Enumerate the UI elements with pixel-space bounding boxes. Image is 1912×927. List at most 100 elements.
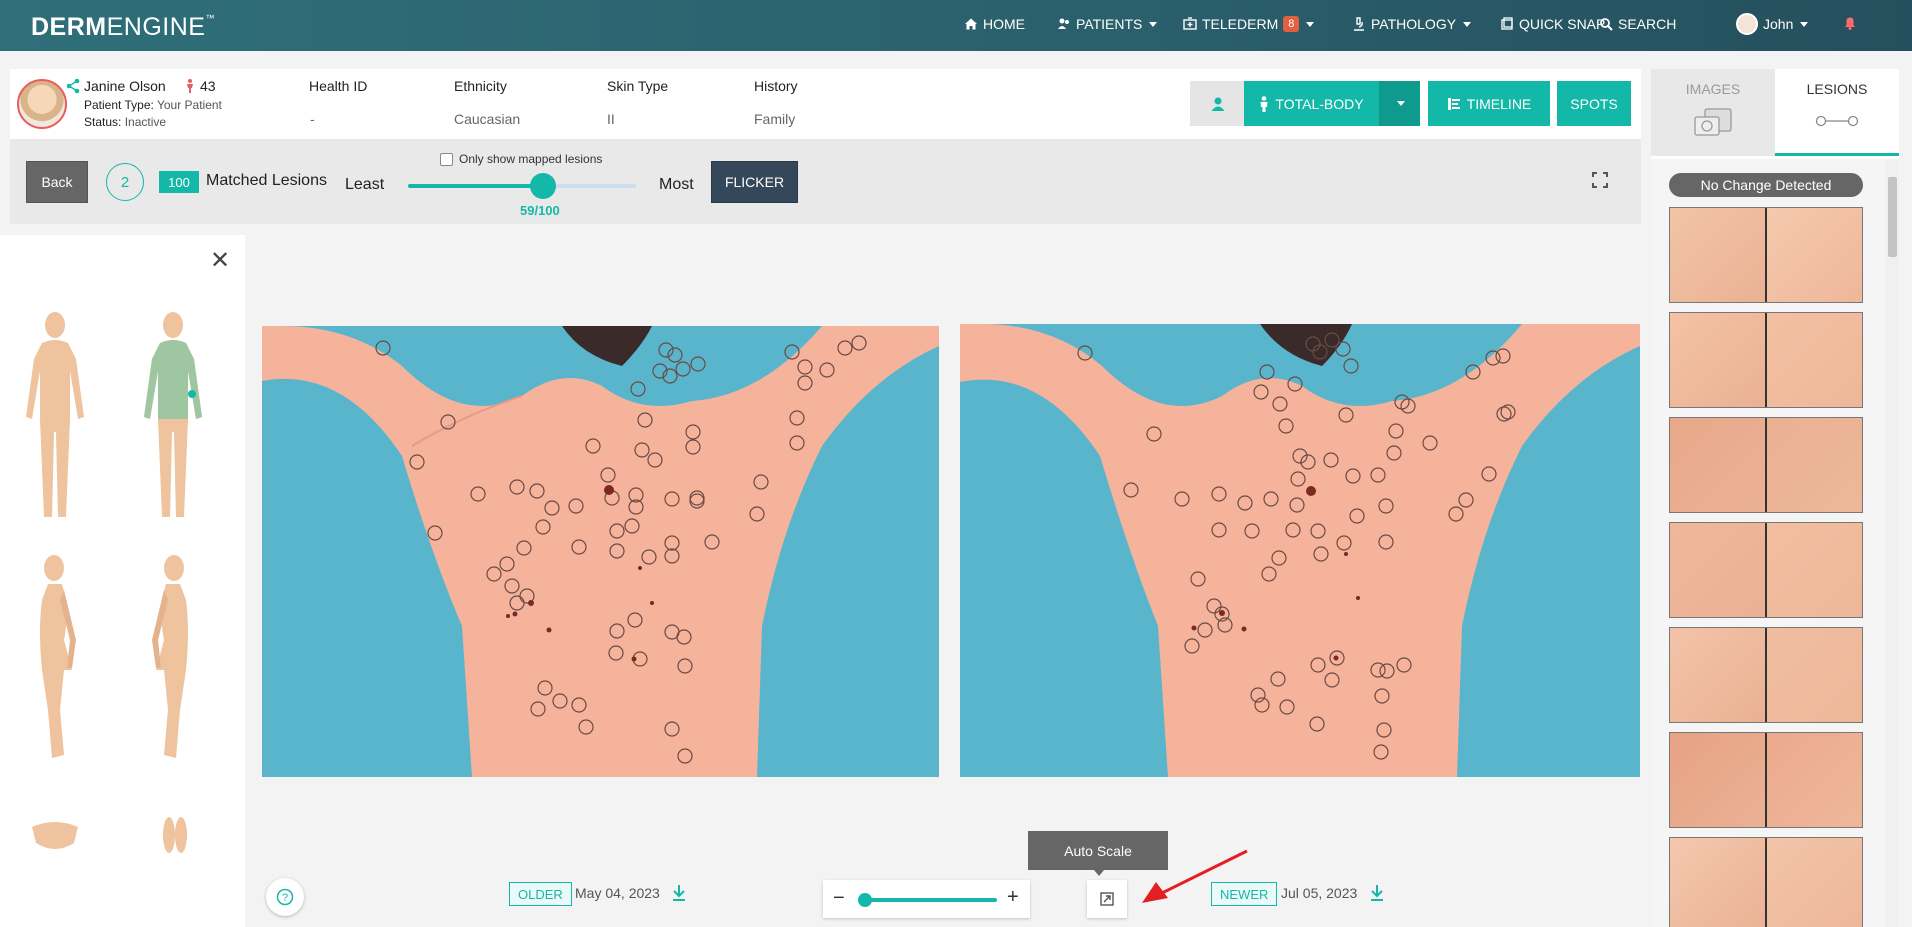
newer-tag: NEWER: [1211, 882, 1278, 906]
health-id-value: -: [310, 111, 315, 127]
images-icon: [1694, 108, 1732, 136]
tab-images-label: IMAGES: [1685, 81, 1741, 97]
newer-back-image: [960, 324, 1640, 777]
nav-quick-snap[interactable]: QUICK SNAP: [1500, 16, 1605, 32]
chevron-down-icon: [1463, 21, 1472, 27]
download-older-icon[interactable]: [671, 884, 687, 902]
history-header: History: [754, 78, 798, 94]
match-threshold-slider[interactable]: [408, 173, 636, 199]
newer-lesion-thumb: [1765, 313, 1862, 407]
newer-lesion-thumb: [1765, 523, 1862, 617]
matched-count-badge: 100: [159, 171, 199, 193]
slider-thumb[interactable]: [529, 173, 556, 199]
lesion-pair-thumbnail[interactable]: [1669, 312, 1863, 408]
lesion-pair-thumbnail[interactable]: [1669, 417, 1863, 513]
patient-avatar[interactable]: [17, 79, 67, 129]
scrollbar-thumb[interactable]: [1888, 177, 1897, 257]
close-icon[interactable]: ✕: [210, 249, 230, 273]
home-icon: [965, 18, 977, 30]
timeline-button[interactable]: TIMELINE: [1428, 81, 1550, 126]
chevron-down-icon: [1396, 101, 1405, 106]
comparison-toolbar: Back 2 100 Matched Lesions Only show map…: [10, 139, 1641, 224]
older-back-image: [262, 326, 939, 777]
zoom-in-icon[interactable]: +: [1007, 887, 1019, 907]
lesion-pair-thumbnail[interactable]: [1669, 627, 1863, 723]
nav-home-label: HOME: [983, 16, 1025, 32]
tooltip-arrow: [1094, 870, 1104, 876]
scrollbar[interactable]: [1885, 159, 1899, 927]
body-feet-figure[interactable]: [160, 813, 190, 857]
lesion-pair-thumbnail[interactable]: [1669, 837, 1863, 927]
flicker-button[interactable]: FLICKER: [711, 161, 798, 203]
dermengine-logo[interactable]: DERMENGINE™: [31, 13, 215, 42]
lesion-pair-thumbnail[interactable]: [1669, 207, 1863, 303]
older-lesion-thumb: [1670, 523, 1765, 617]
patient-status-label: Status:: [84, 115, 122, 129]
nav-telederm[interactable]: TELEDERM 8: [1183, 16, 1315, 32]
body-front-figure[interactable]: [12, 307, 98, 523]
older-photo[interactable]: [262, 326, 939, 777]
lesion-pair-thumbnail[interactable]: [1669, 522, 1863, 618]
patient-profile-button[interactable]: [1190, 81, 1246, 126]
newer-photo[interactable]: [960, 324, 1640, 777]
lesion-pairs-list[interactable]: No Change Detected: [1651, 159, 1899, 927]
slider-fill: [408, 184, 543, 188]
lesion-pair-thumbnail[interactable]: [1669, 732, 1863, 828]
nav-user-menu[interactable]: John: [1736, 13, 1809, 35]
history-value: Family: [754, 111, 796, 127]
older-tag: OLDER: [509, 882, 572, 906]
older-lesion-thumb: [1670, 628, 1765, 722]
patient-name: Janine Olson: [84, 78, 166, 94]
step-indicator: 2: [106, 163, 144, 201]
nav-patients[interactable]: PATIENTS: [1057, 16, 1158, 32]
patient-status: Status: Inactive: [84, 115, 166, 129]
total-body-label: TOTAL-BODY: [1275, 95, 1364, 112]
skin-type-header: Skin Type: [607, 78, 669, 94]
nav-home[interactable]: HOME: [964, 16, 1025, 32]
nav-patients-label: PATIENTS: [1076, 16, 1143, 32]
chevron-down-icon: [1306, 21, 1315, 27]
slider-max-label: Most: [659, 176, 694, 193]
nav-search[interactable]: SEARCH: [1599, 16, 1676, 32]
tab-images[interactable]: IMAGES: [1651, 69, 1775, 156]
quick-snap-icon: [1501, 17, 1513, 30]
no-change-badge: No Change Detected: [1669, 173, 1863, 197]
top-navbar: DERMENGINE™ HOME PATIENTS TELEDERM 8 PAT…: [0, 0, 1912, 51]
body-right-side-figure[interactable]: [130, 550, 216, 765]
body-map-panel: ✕: [0, 235, 245, 927]
slider-min-label: Least: [345, 176, 385, 193]
older-lesion-thumb: [1670, 208, 1765, 302]
newer-lesion-thumb: [1765, 208, 1862, 302]
chevron-down-icon: [1800, 21, 1809, 27]
auto-scale-icon: [1100, 892, 1114, 906]
body-top-head-figure[interactable]: [28, 817, 82, 855]
total-body-button[interactable]: TOTAL-BODY: [1244, 81, 1379, 126]
zoom-slider[interactable]: [865, 898, 997, 902]
checkbox-box[interactable]: [440, 152, 453, 166]
back-button[interactable]: Back: [26, 161, 88, 203]
newer-lesion-thumb: [1765, 628, 1862, 722]
right-panel: IMAGES LESIONS No Change Detected: [1651, 69, 1899, 927]
fullscreen-icon[interactable]: [1592, 172, 1608, 188]
download-newer-icon[interactable]: [1369, 884, 1385, 902]
zoom-out-icon[interactable]: −: [833, 888, 845, 908]
newer-lesion-thumb: [1765, 733, 1862, 827]
nav-notifications[interactable]: [1842, 15, 1858, 31]
tab-lesions[interactable]: LESIONS: [1775, 69, 1899, 156]
spots-button[interactable]: SPOTS: [1557, 81, 1631, 126]
body-back-figure[interactable]: [130, 307, 216, 523]
patient-type-value: Your Patient: [156, 98, 222, 112]
telederm-icon: [1183, 17, 1197, 30]
zoom-slider-thumb[interactable]: [858, 893, 872, 907]
auto-scale-button[interactable]: [1087, 880, 1127, 918]
body-left-side-figure[interactable]: [12, 550, 98, 765]
nav-pathology-label: PATHOLOGY: [1371, 16, 1457, 32]
share-icon[interactable]: [66, 78, 80, 94]
help-button[interactable]: ?: [266, 878, 304, 916]
patients-icon: [1058, 18, 1069, 29]
nav-pathology[interactable]: PATHOLOGY: [1352, 16, 1472, 32]
zoom-control: − +: [823, 880, 1030, 918]
total-body-dropdown[interactable]: [1379, 81, 1420, 126]
patient-info-bar: Janine Olson 43 Patient Type: Your Patie…: [10, 69, 1641, 139]
mapped-only-checkbox[interactable]: Only show mapped lesions: [440, 152, 602, 166]
